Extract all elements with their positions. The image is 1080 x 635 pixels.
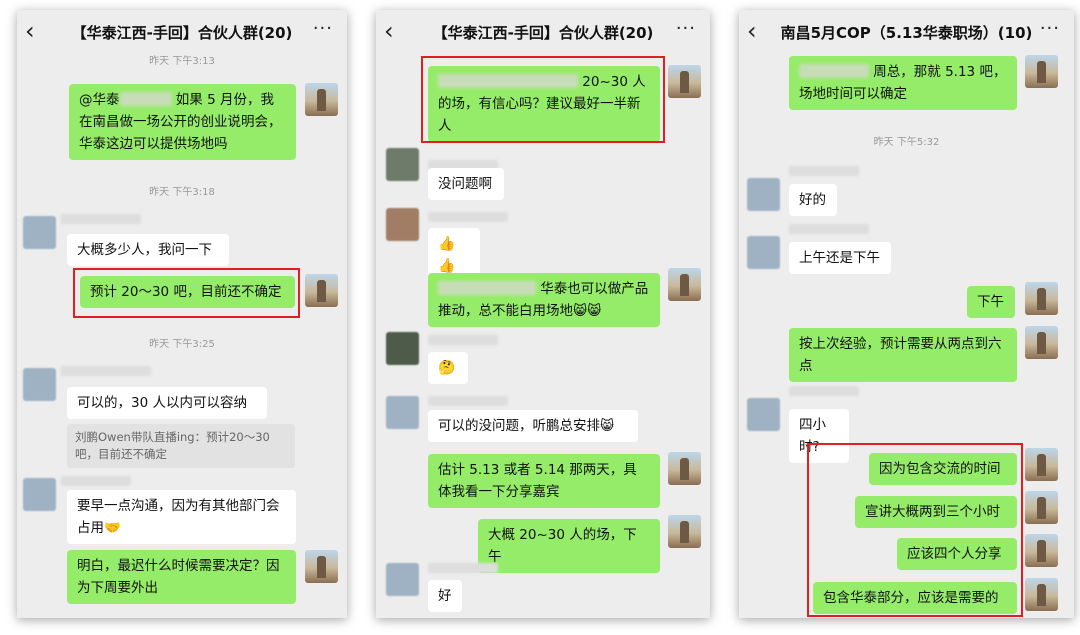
sender-name	[428, 563, 498, 573]
message-bubble[interactable]: @华泰 如果 5 月份，我在南昌做一场公开的创业说明会，华泰这边可以提供场地吗	[69, 84, 296, 160]
message-text: 好	[438, 588, 452, 604]
highlight-box	[807, 443, 1023, 617]
message-text: 没问题啊	[438, 176, 492, 192]
sender-name	[428, 396, 508, 406]
message-text: 好的	[799, 192, 826, 208]
avatar[interactable]	[747, 398, 780, 431]
more-icon[interactable]: ···	[676, 18, 696, 39]
avatar[interactable]	[1025, 534, 1058, 567]
mention: @华泰	[79, 92, 120, 108]
chat-header: ‹ 【华泰江西-手回】合伙人群(20) ···	[17, 10, 347, 54]
sender-name	[61, 214, 141, 224]
avatar[interactable]	[747, 236, 780, 269]
timestamp: 昨天 下午3:25	[149, 339, 215, 350]
chat-panel-1: ‹ 【华泰江西-手回】合伙人群(20) ··· 昨天 下午3:13 @华泰 如果…	[17, 10, 347, 618]
message-text: 明白，最迟什么时候需要决定？因为下周要外出	[77, 558, 280, 596]
highlight-box	[73, 268, 300, 318]
chat-header: ‹ 南昌5月COP（5.13华泰职场）(10) ···	[739, 10, 1074, 54]
avatar[interactable]	[1025, 282, 1058, 315]
message-bubble[interactable]: 要早一点沟通，因为有其他部门会占用🤝	[67, 490, 296, 544]
chat-header: ‹ 【华泰江西-手回】合伙人群(20) ···	[376, 10, 710, 54]
avatar[interactable]	[1025, 326, 1058, 359]
message-bubble[interactable]: 可以的，30 人以内可以容纳	[67, 387, 267, 419]
thinking-emoji-icon: 🤔	[438, 360, 456, 376]
message-text: 大概多少人，我问一下	[77, 242, 212, 258]
avatar[interactable]	[305, 83, 338, 116]
chat-panel-2: ‹ 【华泰江西-手回】合伙人群(20) ··· 20~30 人的场，有信心吗？建…	[376, 10, 710, 618]
avatar[interactable]	[1025, 55, 1058, 88]
avatar[interactable]	[668, 452, 701, 485]
message-text: 估计 5.13 或者 5.14 那两天，具体我看一下分享嘉宾	[438, 462, 637, 500]
avatar[interactable]	[305, 274, 338, 307]
avatar[interactable]	[305, 550, 338, 583]
avatar[interactable]	[1025, 491, 1058, 524]
message-text: 要早一点沟通，因为有其他部门会占用🤝	[77, 498, 280, 536]
avatar[interactable]	[23, 478, 56, 511]
avatar[interactable]	[386, 563, 419, 596]
message-text: 大概 20~30 人的场，下午	[488, 527, 637, 565]
avatar[interactable]	[747, 178, 780, 211]
message-bubble[interactable]: 大概 20~30 人的场，下午	[478, 519, 660, 573]
message-text: 下午	[977, 294, 1004, 310]
message-bubble[interactable]: 没问题啊	[428, 168, 504, 200]
message-bubble[interactable]: 按上次经验，预计需要从两点到六点	[789, 328, 1017, 382]
avatar[interactable]	[23, 216, 56, 249]
sender-name	[428, 212, 508, 222]
timestamp: 昨天 下午3:13	[149, 56, 215, 67]
sender-name	[428, 335, 498, 345]
message-bubble[interactable]: 下午	[967, 286, 1015, 318]
message-bubble[interactable]: 上午还是下午	[789, 242, 891, 274]
avatar[interactable]	[1025, 448, 1058, 481]
message-bubble[interactable]: 周总，那就 5.13 吧，场地时间可以确定	[789, 56, 1017, 110]
avatar[interactable]	[668, 268, 701, 301]
more-icon[interactable]: ···	[1040, 18, 1060, 39]
thumbs-up-icon: 👍👍	[438, 236, 456, 274]
message-bubble[interactable]: 🤔	[428, 352, 468, 384]
message-bubble[interactable]: 好的	[789, 184, 837, 216]
message-text: 上午还是下午	[799, 250, 880, 266]
sender-name	[789, 224, 869, 234]
redacted-text	[119, 92, 172, 106]
message-bubble[interactable]: 好	[428, 580, 462, 612]
chat-title: 南昌5月COP（5.13华泰职场）(10)	[780, 24, 1033, 42]
avatar[interactable]	[386, 332, 419, 365]
quoted-message[interactable]: 刘鹏Owen带队直播ing：预计20～30吧，目前还不确定	[67, 424, 295, 468]
avatar[interactable]	[668, 515, 701, 548]
avatar[interactable]	[386, 208, 419, 241]
sender-name	[61, 476, 131, 486]
message-bubble[interactable]: 可以的没问题，听鹏总安排😸	[428, 410, 638, 442]
highlight-box	[421, 56, 665, 143]
message-bubble[interactable]: 明白，最迟什么时候需要决定？因为下周要外出	[67, 550, 296, 604]
quote-text: 刘鹏Owen带队直播ing：预计20～30吧，目前还不确定	[75, 430, 270, 461]
avatar[interactable]	[1025, 578, 1058, 611]
chat-title: 【华泰江西-手回】合伙人群(20)	[432, 24, 654, 42]
sender-name	[789, 386, 859, 396]
avatar[interactable]	[668, 65, 701, 98]
timestamp: 昨天 下午5:32	[873, 137, 940, 148]
avatar[interactable]	[386, 148, 419, 181]
message-text: 按上次经验，预计需要从两点到六点	[799, 336, 1002, 374]
message-bubble[interactable]: 大概多少人，我问一下	[67, 234, 229, 266]
timestamp: 昨天 下午3:18	[149, 187, 215, 198]
avatar[interactable]	[23, 368, 56, 401]
chat-title: 【华泰江西-手回】合伙人群(20)	[71, 24, 293, 42]
redacted-text	[799, 64, 869, 78]
message-text: 可以的，30 人以内可以容纳	[77, 395, 247, 411]
sender-name	[61, 366, 151, 376]
avatar[interactable]	[386, 396, 419, 429]
more-icon[interactable]: ···	[313, 18, 333, 39]
chat-panel-3: ‹ 南昌5月COP（5.13华泰职场）(10) ··· 周总，那就 5.13 吧…	[739, 10, 1074, 618]
sender-name	[789, 166, 859, 176]
message-bubble[interactable]: 华泰也可以做产品推动，总不能白用场地😸😸	[428, 273, 660, 327]
redacted-text	[438, 281, 536, 295]
message-bubble[interactable]: 估计 5.13 或者 5.14 那两天，具体我看一下分享嘉宾	[428, 454, 660, 508]
message-text: 可以的没问题，听鹏总安排😸	[438, 418, 615, 434]
